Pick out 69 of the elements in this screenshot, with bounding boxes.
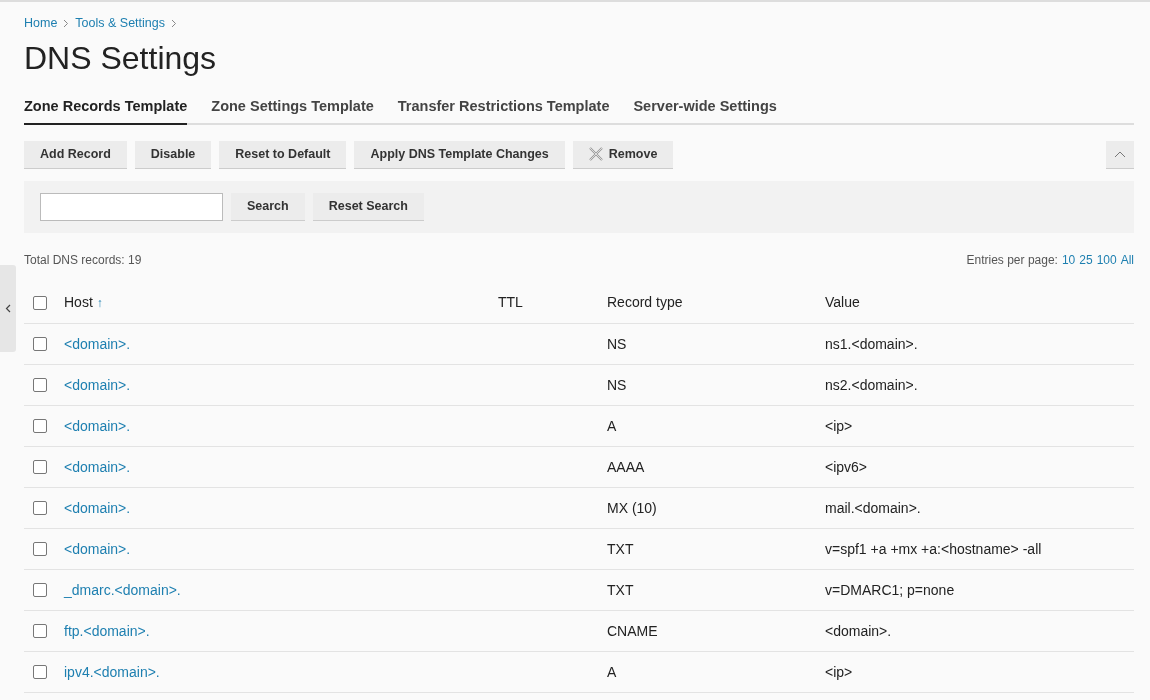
chevron-left-icon bbox=[5, 304, 11, 313]
page-size-link[interactable]: 25 bbox=[1079, 250, 1093, 269]
toolbar-button[interactable]: Disable bbox=[134, 140, 212, 169]
sidebar-toggle[interactable] bbox=[0, 265, 16, 352]
toolbar-button[interactable]: Apply DNS Template Changes bbox=[354, 140, 565, 169]
toolbar-button[interactable]: Reset to Default bbox=[219, 140, 347, 169]
breadcrumb-link[interactable]: Home bbox=[24, 14, 58, 33]
page-size-link[interactable]: 100 bbox=[1096, 250, 1117, 269]
host-link[interactable]: ftp.<domain>. bbox=[64, 622, 150, 639]
row-checkbox[interactable] bbox=[33, 665, 47, 680]
row-checkbox[interactable] bbox=[33, 378, 47, 393]
toolbar-button[interactable]: Add Record bbox=[24, 140, 127, 169]
breadcrumb-link[interactable]: Tools & Settings bbox=[75, 14, 165, 33]
record-type-text: TXT bbox=[607, 540, 634, 557]
record-type-text: A bbox=[607, 663, 617, 680]
record-value-text: mail.<domain>. bbox=[825, 499, 921, 516]
row-checkbox[interactable] bbox=[33, 624, 47, 639]
host-link[interactable]: <domain>. bbox=[64, 376, 131, 393]
search-button[interactable]: Search bbox=[231, 192, 305, 221]
column-header: Value bbox=[825, 294, 860, 311]
host-link[interactable]: <domain>. bbox=[64, 458, 131, 475]
host-link[interactable]: <domain>. bbox=[64, 335, 131, 352]
record-type-text: A bbox=[607, 417, 617, 434]
remove-button[interactable]: Remove bbox=[572, 140, 674, 169]
record-value-text: ns1.<domain>. bbox=[825, 335, 918, 352]
record-value-text: v=DMARC1; p=none bbox=[825, 581, 955, 598]
host-link[interactable]: <domain>. bbox=[64, 540, 131, 557]
record-value-text: <ip> bbox=[825, 417, 853, 434]
search-button[interactable]: Reset Search bbox=[312, 192, 424, 221]
tab[interactable]: Zone Records Template bbox=[24, 95, 188, 125]
row-checkbox[interactable] bbox=[33, 583, 47, 598]
tab[interactable]: Zone Settings Template bbox=[211, 95, 374, 125]
host-link[interactable]: <domain>. bbox=[64, 417, 131, 434]
page-size-link[interactable]: 10 bbox=[1061, 250, 1076, 269]
column-header: TTL bbox=[498, 294, 523, 311]
host-link[interactable]: ipv4.<domain>. bbox=[64, 663, 160, 680]
row-checkbox[interactable] bbox=[33, 460, 47, 475]
column-header[interactable]: Host bbox=[64, 294, 93, 311]
record-type-text: MX (10) bbox=[607, 499, 657, 516]
tab[interactable]: Server-wide Settings bbox=[633, 95, 777, 125]
row-checkbox[interactable] bbox=[33, 501, 47, 516]
record-type-text: CNAME bbox=[607, 622, 658, 639]
sort-indicator: ↑ bbox=[96, 296, 103, 311]
row-checkbox[interactable] bbox=[33, 419, 47, 434]
page-title: DNS Settings bbox=[24, 40, 218, 76]
chevron-right-icon bbox=[171, 18, 177, 28]
search-field[interactable] bbox=[40, 192, 223, 221]
record-type-text: AAAA bbox=[607, 458, 645, 475]
tab[interactable]: Transfer Restrictions Template bbox=[397, 95, 610, 125]
record-type-text: NS bbox=[607, 376, 627, 393]
page-size-link[interactable]: All bbox=[1120, 250, 1134, 269]
record-type-text: TXT bbox=[607, 581, 634, 598]
total-records-text: Total DNS records: 19 bbox=[24, 251, 142, 269]
close-icon bbox=[588, 147, 603, 162]
record-value-text: v=spf1 +a +mx +a:<hostname> -all bbox=[825, 540, 1042, 557]
chevron-right-icon bbox=[63, 18, 70, 28]
select-all-checkbox[interactable] bbox=[33, 295, 47, 310]
host-link[interactable]: _dmarc.<domain>. bbox=[64, 581, 181, 598]
record-value-text: <ip> bbox=[825, 663, 853, 680]
chevron-up-icon bbox=[1114, 150, 1126, 158]
record-type-text: NS bbox=[607, 335, 627, 352]
column-header: Record type bbox=[607, 294, 683, 311]
row-checkbox[interactable] bbox=[33, 542, 47, 557]
host-link[interactable]: <domain>. bbox=[64, 499, 131, 516]
record-value-text: <domain>. bbox=[825, 622, 892, 639]
entries-per-page-label: Entries per page: bbox=[966, 251, 1058, 269]
record-value-text: ns2.<domain>. bbox=[825, 376, 918, 393]
row-checkbox[interactable] bbox=[33, 337, 47, 352]
record-value-text: <ipv6> bbox=[825, 458, 868, 475]
